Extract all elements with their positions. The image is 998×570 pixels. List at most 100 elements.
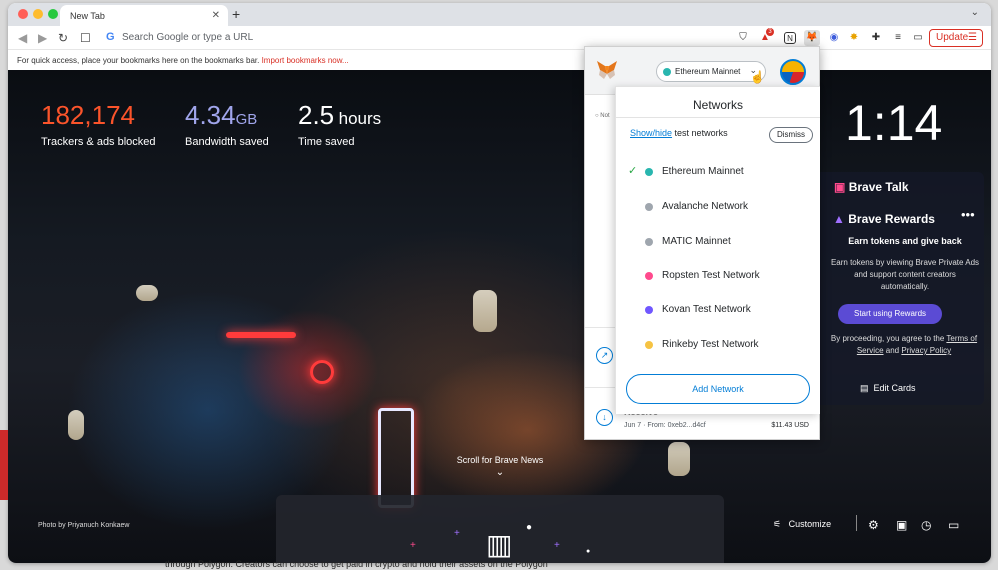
stat-unit: hours [338, 109, 382, 128]
background-lantern [668, 442, 690, 476]
update-label: Update [936, 32, 969, 43]
edit-cards-icon: ▤ [860, 383, 869, 393]
omnibox[interactable]: G Search Google or type a URL [100, 29, 730, 47]
metamask-extension-icon[interactable]: 🦊 [804, 30, 820, 46]
playlist-icon[interactable]: ≡ [890, 30, 906, 46]
history-icon[interactable]: ◷ [921, 518, 931, 532]
update-button[interactable]: Update ☰ [929, 29, 983, 47]
network-item-ropsten[interactable]: Ropsten Test Network [616, 267, 820, 287]
scroll-for-news[interactable]: Scroll for Brave News ⌄ [438, 455, 562, 478]
divider [616, 117, 820, 118]
background-neon-sign [378, 408, 414, 508]
check-icon: ✓ [628, 165, 638, 177]
rewards-subtitle: Earn tokens and give back [848, 236, 962, 246]
network-item-rinkeby[interactable]: Rinkeby Test Network [616, 336, 820, 356]
stat-unit: GB [235, 111, 258, 128]
notion-extension-icon[interactable]: N [784, 32, 796, 44]
omnibox-placeholder: Search Google or type a URL [122, 32, 254, 43]
account-avatar[interactable] [780, 59, 806, 85]
network-item-ethereum[interactable]: ✓ Ethereum Mainnet [616, 163, 820, 183]
network-label: Kovan Test Network [662, 304, 751, 315]
transaction-meta: Jun 7 · From: 0xeb2...d4cf [624, 422, 706, 429]
brave-talk-title[interactable]: ▣ Brave Talk [834, 180, 909, 194]
rewards-menu-icon[interactable]: ••• [961, 207, 975, 222]
network-dot-icon [645, 238, 653, 246]
scroll-news-label: Scroll for Brave News [456, 455, 544, 465]
background-neon-sign [226, 332, 296, 338]
sparkle-icon: + [554, 540, 560, 551]
customize-icon: ⚟ [773, 519, 782, 529]
sparkle-icon: ● [526, 522, 533, 533]
network-item-matic[interactable]: MATIC Mainnet [616, 233, 820, 253]
metamask-fox-icon [597, 61, 617, 79]
brave-shields-icon[interactable]: ⛉ [735, 30, 751, 46]
bookmarks-icon[interactable]: ▣ [896, 518, 907, 532]
edit-cards-button[interactable]: ▤ Edit Cards [860, 383, 916, 394]
settings-icon[interactable]: ⚙ [868, 518, 879, 532]
brave-talk-icon: ▣ [834, 180, 846, 194]
stat-value: 4.34 [185, 100, 236, 130]
divider [585, 387, 615, 388]
dismiss-button[interactable]: Dismiss [769, 127, 813, 143]
extension-icon-blue[interactable]: ◉ [826, 30, 842, 46]
extensions-puzzle-icon[interactable]: ✚ [868, 30, 884, 46]
stat-trackers: 182,174 Trackers & ads blocked [41, 100, 156, 148]
network-dot-icon [645, 341, 653, 349]
wallet-icon[interactable]: ▭ [910, 30, 926, 46]
brave-talk-video-icon[interactable]: ▭ [948, 518, 959, 532]
network-dot-icon [645, 272, 653, 280]
extension-icon-yellow[interactable]: ✸ [846, 30, 862, 46]
show-hide-test-networks: Show/hide test networks [630, 128, 728, 138]
divider [856, 515, 857, 531]
clock: 1:14 [845, 95, 943, 151]
network-dot-icon [663, 68, 671, 76]
status-dot-icon: ○ [595, 113, 599, 119]
receive-arrow-icon[interactable]: ↓ [596, 409, 613, 426]
privacy-link[interactable]: Privacy Policy [901, 346, 951, 355]
close-icon[interactable]: ✕ [212, 10, 220, 21]
bookmarks-bar-text: For quick access, place your bookmarks h… [17, 56, 260, 65]
transaction-amount: $11.43 USD [771, 422, 809, 429]
maximize-window-button[interactable] [48, 9, 58, 19]
network-label: Rinkeby Test Network [662, 339, 759, 350]
rewards-legal: By proceeding, you agree to the Terms of… [824, 333, 984, 357]
network-item-kovan[interactable]: Kovan Test Network [616, 301, 820, 321]
sparkle-icon: ● [586, 548, 591, 555]
send-arrow-icon[interactable]: ↗ [596, 347, 613, 364]
rewards-title-label: Brave Rewards [848, 212, 935, 226]
browser-window: New Tab ✕ + ⌄ ◀ ▶ ↻ ☐ G Search Google or… [8, 3, 991, 563]
rewards-title: ▲ Brave Rewards [833, 212, 935, 226]
bookmarks-bar: For quick access, place your bookmarks h… [8, 50, 991, 70]
google-icon: G [106, 31, 115, 43]
network-dot-icon [645, 168, 653, 176]
network-item-avalanche[interactable]: Avalanche Network [616, 198, 820, 218]
networks-title: Networks [692, 98, 743, 112]
forward-icon[interactable]: ▶ [38, 31, 47, 45]
rewards-legal-and: and [885, 346, 900, 355]
background-lantern [473, 290, 497, 332]
reload-icon[interactable]: ↻ [58, 31, 68, 45]
photo-credit[interactable]: Photo by Priyanuch Konkaew [38, 522, 129, 529]
network-label: Avalanche Network [662, 201, 748, 212]
back-icon[interactable]: ◀ [18, 31, 27, 45]
start-rewards-button[interactable]: Start using Rewards [838, 304, 942, 324]
minimize-window-button[interactable] [33, 9, 43, 19]
customize-button[interactable]: ⚟ Customize [773, 519, 831, 530]
add-network-button[interactable]: Add Network [626, 374, 810, 404]
close-window-button[interactable] [18, 9, 28, 19]
network-pill-label: Ethereum Mainnet [675, 67, 741, 76]
import-bookmarks-link[interactable]: Import bookmarks now... [262, 56, 349, 65]
network-dot-icon [645, 306, 653, 314]
tab-search-chevron-icon[interactable]: ⌄ [971, 7, 979, 18]
stat-time: 2.5 hours Time saved [298, 100, 381, 148]
stat-label: Trackers & ads blocked [41, 136, 156, 148]
stat-bandwidth: 4.34GB Bandwidth saved [185, 100, 269, 148]
tab-new-tab[interactable]: New Tab ✕ [60, 5, 228, 26]
bookmark-icon[interactable]: ☐ [80, 31, 91, 45]
networks-dropdown: Networks Show/hide test networks Dismiss… [615, 86, 820, 414]
new-tab-button[interactable]: + [232, 6, 240, 22]
stat-value: 182,174 [41, 100, 135, 130]
news-book-icon: ▥ [486, 529, 513, 560]
show-hide-link[interactable]: Show/hide [630, 128, 672, 138]
network-label: Ethereum Mainnet [662, 166, 744, 177]
